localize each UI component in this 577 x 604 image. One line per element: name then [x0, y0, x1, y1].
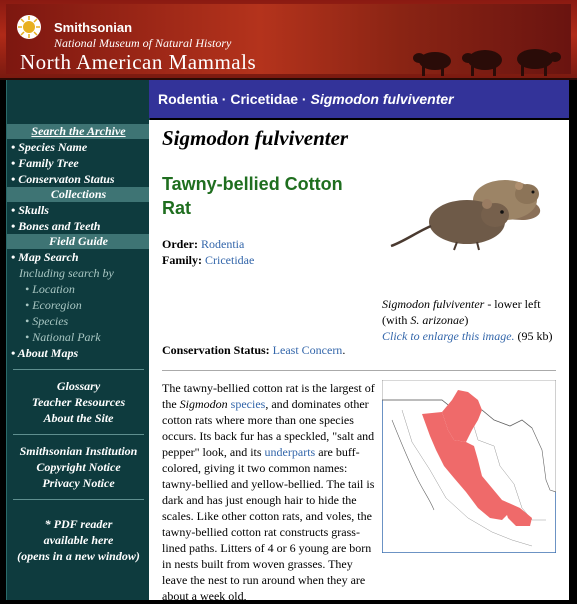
order-label: Order: [162, 237, 198, 251]
sidebar-link-teacher-resources[interactable]: Teacher Resources [7, 394, 150, 410]
sidebar-link-about-site[interactable]: About the Site [7, 410, 150, 426]
caption-species: Sigmodon fulviventer [382, 297, 485, 311]
sidebar-item-national-park[interactable]: • National Park [7, 329, 150, 345]
org-name[interactable]: Smithsonian [54, 20, 132, 35]
family-label: Family: [162, 253, 202, 267]
sidebar-divider [13, 434, 144, 435]
conservation-link[interactable]: Least Concern [273, 343, 343, 357]
sidebar-item-map-search[interactable]: • Map Search [7, 249, 150, 265]
breadcrumb-sep: · [298, 91, 311, 107]
sidebar-item-skulls[interactable]: • Skulls [7, 202, 150, 218]
pdf-reader-link-line2[interactable]: available here [7, 532, 150, 548]
image-caption: Sigmodon fulviventer - lower left (with … [382, 296, 567, 344]
species-link[interactable]: species [231, 397, 266, 411]
cotton-rat-illustration[interactable] [387, 160, 549, 256]
pdf-reader-link[interactable]: * PDF reader [7, 516, 150, 532]
sidebar-divider [13, 499, 144, 500]
sidebar-item-bones-teeth[interactable]: • Bones and Teeth [7, 218, 150, 234]
sidebar-item-conservation-status[interactable]: • Conservaton Status [7, 171, 150, 187]
range-map[interactable] [382, 380, 556, 553]
collections-heading: Collections [7, 187, 150, 202]
species-description: The tawny-bellied cotton rat is the larg… [162, 380, 379, 604]
sidebar-link-copyright[interactable]: Copyright Notice [7, 459, 150, 475]
conservation-period: . [342, 343, 346, 357]
sidebar-link-smithsonian[interactable]: Smithsonian Institution [7, 443, 150, 459]
site-header: Smithsonian National Museum of Natural H… [0, 0, 577, 80]
sidebar-item-species-name[interactable]: • Species Name [7, 139, 150, 155]
main-content: Sigmodon fulviventer Tawny-bellied Cotto… [149, 120, 569, 603]
sidebar-including-label: Including search by [19, 266, 114, 280]
family-line: Family: Cricetidae [162, 253, 254, 268]
caption-species2: S. arizonae [410, 313, 465, 327]
order-line: Order: Rodentia [162, 237, 244, 252]
family-link[interactable]: Cricetidae [205, 253, 254, 267]
breadcrumb-species: Sigmodon fulviventer [310, 91, 454, 107]
conservation-line: Conservation Status: Least Concern. [162, 343, 345, 358]
sidebar-divider [13, 369, 144, 370]
sidebar-item-location[interactable]: • Location [7, 281, 150, 297]
section-divider [162, 370, 556, 371]
page-title: Sigmodon fulviventer [162, 126, 349, 150]
breadcrumb-sep: · [217, 91, 231, 107]
smithsonian-sun-logo-icon[interactable] [16, 14, 42, 40]
breadcrumb: Rodentia · Cricetidae · Sigmodon fulvive… [149, 80, 569, 118]
caption-text: ) [464, 313, 469, 327]
sidebar-item-species[interactable]: • Species [7, 313, 150, 329]
order-link[interactable]: Rodentia [201, 237, 244, 251]
museum-name[interactable]: National Museum of Natural History [54, 36, 231, 51]
header-banner: Smithsonian National Museum of Natural H… [6, 4, 571, 76]
sidebar-link-glossary[interactable]: Glossary [7, 378, 150, 394]
field-guide-heading: Field Guide [7, 234, 150, 249]
sidebar-item-family-tree[interactable]: • Family Tree [7, 155, 150, 171]
sidebar: Search the Archive • Species Name • Fami… [6, 80, 150, 600]
description-text: are buff-colored, giving it two common n… [162, 445, 375, 603]
conservation-label: Conservation Status: [162, 343, 270, 357]
common-name: Tawny-bellied Cotton Rat [162, 174, 343, 218]
sidebar-item-about-maps[interactable]: • About Maps [7, 345, 150, 361]
sidebar-link-privacy[interactable]: Privacy Notice [7, 475, 150, 491]
genus-italic: Sigmodon [179, 397, 228, 411]
pdf-reader-link-line3[interactable]: (opens in a new window) [7, 548, 150, 564]
search-archive-heading[interactable]: Search the Archive [7, 124, 150, 139]
sidebar-item-ecoregion[interactable]: • Ecoregion [7, 297, 150, 313]
muskox-silhouettes-icon [413, 49, 561, 76]
underparts-link[interactable]: underparts [265, 445, 316, 459]
breadcrumb-order[interactable]: Rodentia [158, 91, 218, 107]
breadcrumb-family[interactable]: Cricetidae [230, 91, 298, 107]
enlarge-image-link[interactable]: Click to enlarge this image. [382, 329, 515, 343]
caption-size: (95 kb) [514, 329, 553, 343]
site-title[interactable]: North American Mammals [20, 50, 256, 75]
